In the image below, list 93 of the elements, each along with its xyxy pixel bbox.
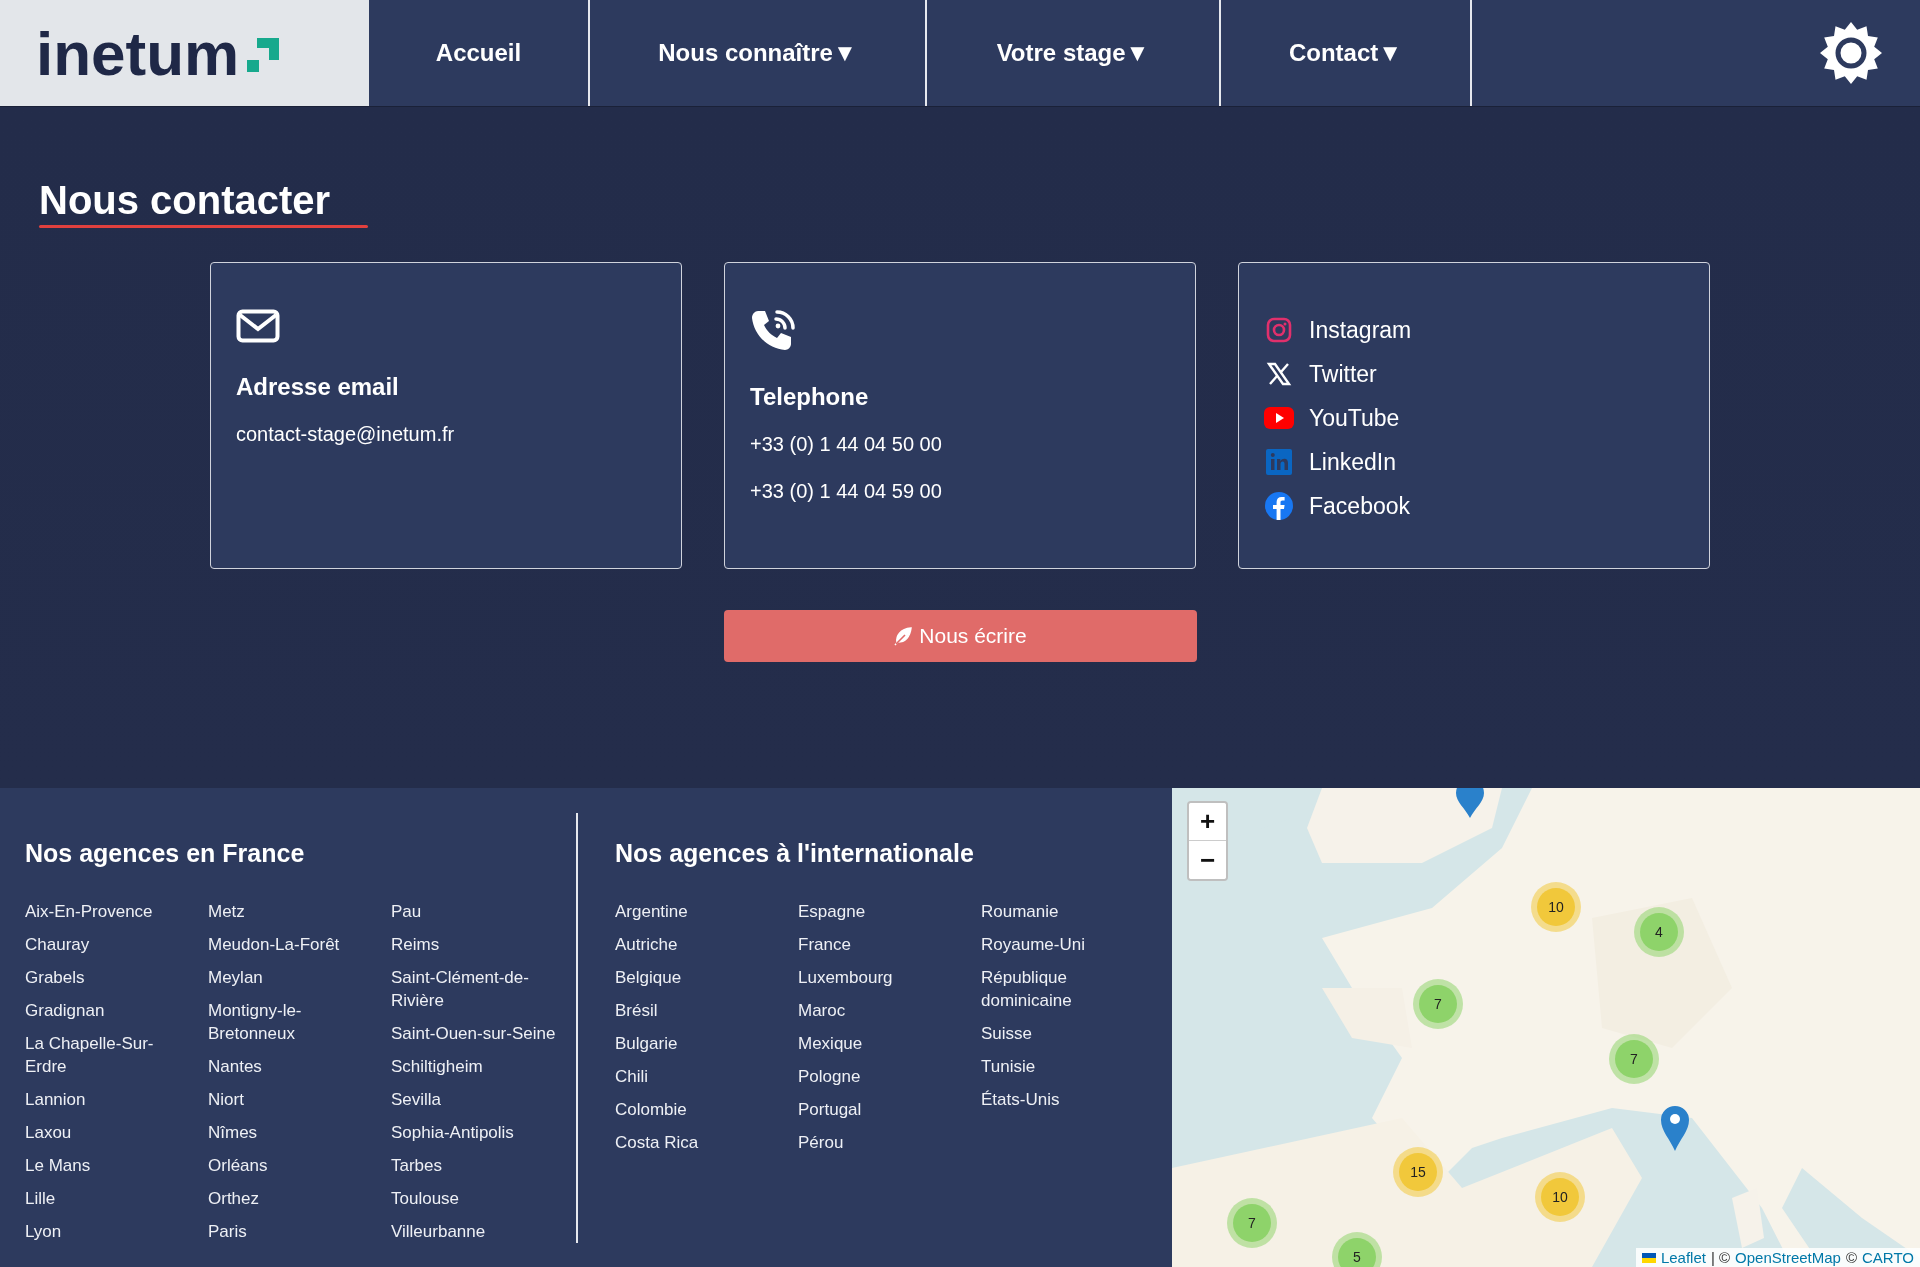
logo[interactable]: inetum	[0, 0, 369, 106]
agency-link[interactable]: Tarbes	[391, 1154, 561, 1177]
agency-link[interactable]: Chauray	[25, 933, 195, 956]
agency-link[interactable]: Niort	[208, 1088, 378, 1111]
section-title: Nous contacter	[39, 177, 332, 224]
phone-number[interactable]: +33 (0) 1 44 04 59 00	[750, 480, 942, 503]
attribution-text: | ©	[1710, 1249, 1731, 1266]
marker-cluster[interactable]: 5	[1332, 1232, 1382, 1267]
zoom-in-button[interactable]: +	[1189, 803, 1226, 841]
agency-link[interactable]: Costa Rica	[615, 1131, 785, 1154]
agency-link[interactable]: Luxembourg	[798, 966, 968, 989]
agency-link[interactable]: Bulgarie	[615, 1032, 785, 1055]
instagram-icon	[1264, 317, 1294, 343]
x-logo-icon	[1264, 361, 1294, 387]
agency-link[interactable]: Orléans	[208, 1154, 378, 1177]
agency-link[interactable]: Saint-Ouen-sur-Seine	[391, 1022, 561, 1045]
gear-icon[interactable]	[1820, 22, 1882, 84]
agency-link[interactable]: Pérou	[798, 1131, 968, 1154]
agency-link[interactable]: La Chapelle-Sur-Erdre	[25, 1032, 195, 1078]
agency-link[interactable]: Espagne	[798, 900, 968, 923]
marker-cluster[interactable]: 4	[1634, 907, 1684, 957]
envelope-icon	[236, 309, 280, 343]
agency-link[interactable]: Gradignan	[25, 999, 195, 1022]
marker-cluster[interactable]: 7	[1227, 1198, 1277, 1248]
agency-link[interactable]: Lyon	[25, 1220, 195, 1243]
agency-link[interactable]: Meylan	[208, 966, 378, 989]
agencies-heading: Nos agences en France	[25, 838, 306, 869]
agency-link[interactable]: Lannion	[25, 1088, 195, 1111]
agency-link[interactable]: Nantes	[208, 1055, 378, 1078]
social-link[interactable]: LinkedIn	[1309, 448, 1396, 476]
agency-link[interactable]: Portugal	[798, 1098, 968, 1121]
social-link[interactable]: Instagram	[1309, 316, 1412, 344]
agency-link[interactable]: Belgique	[615, 966, 785, 989]
agency-link[interactable]: Tunisie	[981, 1055, 1151, 1078]
feather-icon	[893, 626, 914, 646]
agency-link[interactable]: Toulouse	[391, 1187, 561, 1210]
logo-mark-icon	[247, 38, 280, 72]
agency-link[interactable]: Pau	[391, 900, 561, 923]
agency-link[interactable]: Sophia-Antipolis	[391, 1121, 561, 1144]
phone-number[interactable]: +33 (0) 1 44 04 50 00	[750, 433, 942, 456]
marker-cluster[interactable]: 7	[1413, 979, 1463, 1029]
openstreetmap-link[interactable]: OpenStreetMap	[1735, 1249, 1841, 1266]
agency-link[interactable]: États-Unis	[981, 1088, 1151, 1111]
attribution-text: ©	[1845, 1249, 1858, 1266]
agency-link[interactable]: Reims	[391, 933, 561, 956]
agency-link[interactable]: Maroc	[798, 999, 968, 1022]
agency-link[interactable]: Pologne	[798, 1065, 968, 1088]
agencies-heading: Nos agences à l'internationale	[615, 838, 975, 869]
leaflet-link[interactable]: Leaflet	[1660, 1249, 1706, 1266]
agency-link[interactable]: Le Mans	[25, 1154, 195, 1177]
map-pin-icon[interactable]	[1455, 788, 1485, 818]
agency-link[interactable]: Laxou	[25, 1121, 195, 1144]
card-title: Adresse email	[236, 373, 399, 401]
marker-cluster[interactable]: 7	[1609, 1034, 1659, 1084]
agency-link[interactable]: Orthez	[208, 1187, 378, 1210]
social-link[interactable]: YouTube	[1309, 404, 1400, 432]
agency-link[interactable]: Colombie	[615, 1098, 785, 1121]
social-link[interactable]: Facebook	[1309, 492, 1410, 520]
agency-link[interactable]: Autriche	[615, 933, 785, 956]
agency-link[interactable]: Brésil	[615, 999, 785, 1022]
agency-link[interactable]: Chili	[615, 1065, 785, 1088]
agency-link[interactable]: République dominicaine	[981, 966, 1151, 1012]
agency-link[interactable]: Villeurbanne	[391, 1220, 561, 1243]
agency-link[interactable]: France	[798, 933, 968, 956]
agency-link[interactable]: Nîmes	[208, 1121, 378, 1144]
flag-icon	[1641, 1252, 1656, 1263]
agency-link[interactable]: Metz	[208, 900, 378, 923]
agency-link[interactable]: Mexique	[798, 1032, 968, 1055]
agency-link[interactable]: Roumanie	[981, 900, 1151, 923]
agency-link[interactable]: Saint-Clément-de-Rivière	[391, 966, 561, 1012]
marker-cluster[interactable]: 10	[1531, 882, 1581, 932]
agency-link[interactable]: Schiltigheim	[391, 1055, 561, 1078]
card-title: Telephone	[750, 383, 869, 411]
marker-cluster[interactable]: 15	[1393, 1147, 1443, 1197]
agency-link[interactable]: Suisse	[981, 1022, 1151, 1045]
agency-link[interactable]: Meudon-La-Forêt	[208, 933, 378, 956]
play-icon	[1264, 407, 1294, 429]
social-link[interactable]: Twitter	[1309, 360, 1377, 388]
agency-link[interactable]: Grabels	[25, 966, 195, 989]
agency-link[interactable]: Sevilla	[391, 1088, 561, 1111]
agency-link[interactable]: Lille	[25, 1187, 195, 1210]
agency-link[interactable]: Argentine	[615, 900, 785, 923]
facebook-icon	[1264, 492, 1294, 520]
phone-icon	[750, 309, 796, 353]
marker-cluster[interactable]: 10	[1535, 1172, 1585, 1222]
agency-link[interactable]: Aix-En-Provence	[25, 900, 195, 923]
linkedin-icon	[1264, 449, 1294, 475]
map-pin-icon[interactable]	[1660, 1105, 1690, 1151]
carto-link[interactable]: CARTO	[1862, 1249, 1914, 1266]
email-address[interactable]: contact-stage@inetum.fr	[236, 423, 455, 446]
agency-link[interactable]: Royaume-Uni	[981, 933, 1151, 956]
agency-link[interactable]: Montigny-le-Bretonneux	[208, 999, 378, 1045]
agency-link[interactable]: Paris	[208, 1220, 378, 1243]
